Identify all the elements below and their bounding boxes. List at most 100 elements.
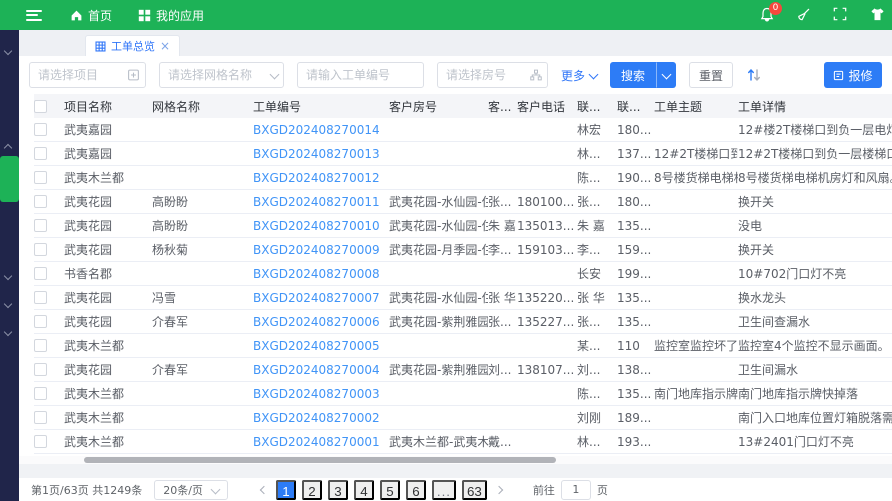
row-checkbox[interactable] [34, 123, 47, 136]
row-checkbox[interactable] [34, 291, 47, 304]
cell-contact-name: 张 华 [577, 289, 617, 306]
order-no-link[interactable]: BXGD202408270014 [253, 123, 380, 137]
table-row[interactable]: 武夷木兰都 BXGD202408270005 某... 110 监控室监控坏了4… [34, 334, 892, 358]
project-select[interactable] [29, 62, 146, 88]
tab-work-order-overview[interactable]: 工单总览 × [85, 35, 180, 56]
cell-customer-name: 朱 嘉 [488, 217, 517, 234]
order-no-link[interactable]: BXGD202408270006 [253, 315, 380, 329]
notification-bell-icon[interactable]: 0 [759, 7, 775, 23]
row-checkbox[interactable] [34, 267, 47, 280]
page-number-button[interactable]: 3 [328, 480, 348, 500]
table-row[interactable]: 书香名郡 BXGD202408270008 长安 199... 10#702门口… [34, 262, 892, 286]
search-dropdown-button[interactable] [656, 62, 676, 88]
table-row[interactable]: 武夷嘉园 BXGD202408270014 林宏 180... 12#楼2T楼梯… [34, 118, 892, 142]
next-page-icon[interactable] [491, 481, 509, 499]
row-checkbox[interactable] [34, 315, 47, 328]
col-grid-name: 网格名称 [152, 98, 253, 115]
search-button[interactable]: 搜索 [610, 62, 656, 88]
reset-button[interactable]: 重置 [689, 62, 733, 88]
grid-name-select-input[interactable] [160, 63, 283, 87]
nav-my-apps[interactable]: 我的应用 [138, 7, 204, 24]
sidebar-active-item[interactable] [0, 156, 19, 202]
jump-prefix-label: 前往 [533, 482, 555, 498]
grid-name-select[interactable] [159, 62, 284, 88]
page-number-button[interactable]: ... [432, 480, 456, 500]
col-customer-name: 客... [488, 98, 517, 115]
order-no-input[interactable] [298, 63, 423, 87]
row-checkbox[interactable] [34, 411, 47, 424]
sidebar-chevron-down-icon[interactable] [5, 329, 12, 336]
cell-grid-name: 高盼盼 [152, 193, 253, 210]
row-checkbox[interactable] [34, 219, 47, 232]
menu-collapse-icon[interactable] [26, 10, 42, 21]
row-checkbox[interactable] [34, 363, 47, 376]
page-number-button[interactable]: 2 [302, 480, 322, 500]
sidebar-chevron-down-icon[interactable] [5, 301, 12, 308]
chevron-down-icon [270, 71, 278, 79]
table-row[interactable]: 武夷木兰都 BXGD202408270003 陈... 135... 南门地库指… [34, 382, 892, 406]
order-no-link[interactable]: BXGD202408270001 [253, 435, 380, 449]
order-no-link[interactable]: BXGD202408270012 [253, 171, 380, 185]
home-icon [70, 9, 83, 22]
cascader-tree-icon[interactable] [530, 69, 542, 81]
sidebar-chevron-down-icon[interactable] [5, 273, 12, 280]
row-checkbox[interactable] [34, 435, 47, 448]
page-number-button[interactable]: 1 [276, 480, 296, 500]
tree-select-icon[interactable] [127, 69, 140, 82]
page-number-button[interactable]: 63 [462, 480, 487, 500]
order-no-link[interactable]: BXGD202408270007 [253, 291, 380, 305]
row-checkbox[interactable] [34, 195, 47, 208]
table-row[interactable]: 武夷木兰都 BXGD202408270001 武夷木兰都-武夷木兰... 戴..… [34, 430, 892, 454]
tab-close-icon[interactable]: × [160, 40, 170, 52]
cell-customer-room: 武夷花园-月季园-住... [389, 241, 488, 258]
cell-customer-room: 武夷木兰都-武夷木兰... [389, 433, 488, 450]
chevron-down-icon [211, 486, 219, 494]
report-repair-label: 报修 [848, 67, 872, 84]
room-no-select[interactable] [437, 62, 548, 88]
row-checkbox[interactable] [34, 147, 47, 160]
table-row[interactable]: 武夷木兰都 BXGD202408270002 刘刚 189... 南门入口地库位… [34, 406, 892, 430]
order-no-link[interactable]: BXGD202408270009 [253, 243, 380, 257]
order-no-link[interactable]: BXGD202408270002 [253, 411, 380, 425]
theme-skin-icon[interactable] [870, 7, 886, 23]
sidebar-chevron-up-icon[interactable] [5, 142, 12, 149]
page-size-select[interactable]: 20条/页 [154, 480, 228, 500]
report-repair-button[interactable]: 报修 [824, 62, 882, 88]
order-no-link[interactable]: BXGD202408270008 [253, 267, 380, 281]
table-row[interactable]: 武夷花园 介春军 BXGD202408270006 武夷花园-紫荆雅园-... … [34, 310, 892, 334]
table-row[interactable]: 武夷花园 高盼盼 BXGD202408270010 武夷花园-水仙园-住... … [34, 214, 892, 238]
more-filters-link[interactable]: 更多 [561, 67, 597, 84]
table-row[interactable]: 武夷花园 高盼盼 BXGD202408270011 武夷花园-水仙园-住... … [34, 190, 892, 214]
order-no-link[interactable]: BXGD202408270004 [253, 363, 380, 377]
row-checkbox[interactable] [34, 171, 47, 184]
order-no-link[interactable]: BXGD202408270011 [253, 195, 380, 209]
page-number-button[interactable]: 4 [354, 480, 374, 500]
select-all-checkbox[interactable] [34, 100, 47, 113]
table-row[interactable]: 武夷花园 冯雪 BXGD202408270007 武夷花园-水仙园-住... 张… [34, 286, 892, 310]
nav-home[interactable]: 首页 [70, 7, 112, 24]
page-number-button[interactable]: 5 [380, 480, 400, 500]
cell-customer-room: 武夷花园-紫荆雅园-... [389, 361, 488, 378]
cell-detail: 卫生间漏水 [738, 361, 892, 378]
order-no-link[interactable]: BXGD202408270013 [253, 147, 380, 161]
order-no-link[interactable]: BXGD202408270010 [253, 219, 380, 233]
jump-page-input[interactable] [561, 480, 591, 500]
sidebar-chevron-down-icon[interactable] [5, 48, 12, 55]
page-number-button[interactable]: 6 [406, 480, 426, 500]
sort-arrows-icon[interactable] [746, 67, 762, 83]
table-row[interactable]: 武夷嘉园 BXGD202408270013 林... 137... 12#2T楼… [34, 142, 892, 166]
order-no-link[interactable]: BXGD202408270005 [253, 339, 380, 353]
table-row[interactable]: 武夷花园 杨秋菊 BXGD202408270009 武夷花园-月季园-住... … [34, 238, 892, 262]
horizontal-scrollbar-thumb[interactable] [84, 457, 556, 463]
table-row[interactable]: 武夷木兰都 BXGD202408270012 陈... 190... 8号楼货梯… [34, 166, 892, 190]
fullscreen-icon[interactable] [833, 7, 849, 23]
prev-page-icon[interactable] [254, 481, 272, 499]
clear-cache-broom-icon[interactable] [796, 7, 812, 23]
row-checkbox[interactable] [34, 243, 47, 256]
order-no-field[interactable] [297, 62, 424, 88]
pagination-summary: 第1页/63页 共1249条 [31, 482, 142, 498]
table-row[interactable]: 武夷花园 介春军 BXGD202408270004 武夷花园-紫荆雅园-... … [34, 358, 892, 382]
row-checkbox[interactable] [34, 387, 47, 400]
row-checkbox[interactable] [34, 339, 47, 352]
order-no-link[interactable]: BXGD202408270003 [253, 387, 380, 401]
